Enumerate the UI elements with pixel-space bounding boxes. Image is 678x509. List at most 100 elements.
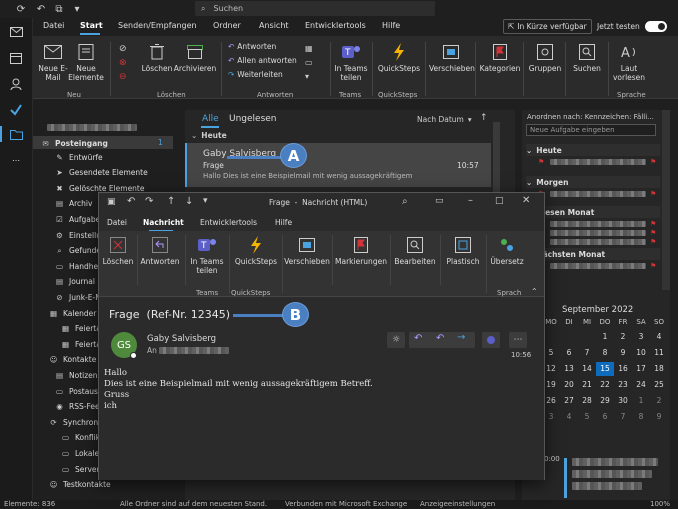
folder-item[interactable]: ▭ Postausg <box>55 385 103 397</box>
calendar-day[interactable]: 9 <box>614 346 632 360</box>
forward-icon[interactable]: → <box>457 332 465 343</box>
reply-all-icon[interactable]: ↶ <box>436 333 444 344</box>
undo-icon[interactable]: ↶ <box>34 2 48 16</box>
calendar-day[interactable]: 4 <box>560 410 578 424</box>
win-tab-hilfe[interactable]: Hilfe <box>275 218 292 227</box>
quick-access-icon[interactable]: ▾ <box>70 2 84 16</box>
previous-item-icon[interactable]: ↑ <box>167 196 175 207</box>
people-icon[interactable] <box>8 76 24 92</box>
tab-hilfe[interactable]: Hilfe <box>382 21 400 30</box>
win-edit-button[interactable]: Bearbeiten <box>392 235 438 266</box>
win-translate-button[interactable]: Übersetz <box>488 235 526 266</box>
calendar-day[interactable]: 17 <box>632 362 650 376</box>
groups-button[interactable]: Gruppen <box>527 42 563 73</box>
calendar-day[interactable]: 18 <box>650 362 668 376</box>
display-settings[interactable]: Anzeigeeinstellungen <box>420 500 495 508</box>
calendar-day[interactable]: 24 <box>632 378 650 392</box>
sort-direction-icon[interactable]: ↑ <box>480 113 488 123</box>
meeting-icon[interactable]: ▦ <box>305 44 313 53</box>
tab-senden-empfangen[interactable]: Senden/Empfangen <box>118 21 197 30</box>
sun-icon[interactable]: ☼ <box>387 332 405 348</box>
calendar-day[interactable]: 16 <box>614 362 632 376</box>
calendar-day[interactable]: 7 <box>578 346 596 360</box>
win-share-teams-button[interactable]: T In Teams teilen <box>187 235 227 275</box>
tab-ansicht[interactable]: Ansicht <box>259 21 289 30</box>
calendar-day[interactable]: 5 <box>578 410 596 424</box>
tab-datei[interactable]: Datei <box>43 21 64 30</box>
folder-item[interactable]: ▦ Kalender <box>49 307 96 319</box>
close-icon[interactable]: ✕ <box>522 195 530 206</box>
reply-icon[interactable]: ↶ <box>414 333 422 344</box>
task-group-header[interactable]: ⌄Diesen Monat <box>526 206 660 218</box>
search-box[interactable]: ⌕ Suchen <box>195 1 435 16</box>
undo-icon[interactable]: ↶ <box>127 196 135 207</box>
folder-item[interactable]: ⟳ Synchron <box>49 416 98 428</box>
calendar-day[interactable]: 7 <box>614 410 632 424</box>
im-icon[interactable]: ▭ <box>305 58 313 67</box>
win-tags-button[interactable]: Markierungen <box>334 235 388 266</box>
calendar-day[interactable]: 11 <box>650 346 668 360</box>
calendar-day[interactable]: 14 <box>578 362 596 376</box>
task-flag-icon[interactable]: ⚑ <box>650 158 656 166</box>
quicksteps-button[interactable]: QuickSteps <box>375 42 423 73</box>
folder-item[interactable]: ⊘ Junk-E-M <box>55 291 101 303</box>
calendar-day[interactable]: 2 <box>614 330 632 344</box>
more-respond-icon[interactable]: ▾ <box>305 72 309 81</box>
teams-chat-button[interactable] <box>482 332 500 348</box>
calendar-day[interactable]: 10 <box>632 346 650 360</box>
folder-icon[interactable] <box>8 126 24 142</box>
calendar-day[interactable]: 25 <box>650 378 668 392</box>
junk-icon[interactable]: ⊖ <box>119 70 133 84</box>
folder-item[interactable]: ✎ Entwürfe <box>55 151 102 163</box>
tab-entwicklertools[interactable]: Entwicklertools <box>305 21 366 30</box>
coming-soon-button[interactable]: ⇱ In Kürze verfügbar <box>503 19 592 34</box>
cleanup-icon[interactable]: ⊗ <box>119 56 133 70</box>
task-flag-icon[interactable]: ⚑ <box>650 220 656 228</box>
todo-scrollbar[interactable] <box>662 110 670 290</box>
task-flag-icon[interactable]: ⚑ <box>650 229 656 237</box>
forward-button[interactable]: ↷ Weiterleiten <box>228 70 283 79</box>
calendar-day[interactable]: 23 <box>614 378 632 392</box>
calendar-day[interactable]: 3 <box>632 330 650 344</box>
ribbon-options-icon[interactable]: ▭ <box>435 196 444 206</box>
calendar-day[interactable]: 22 <box>596 378 614 392</box>
task-group-header[interactable]: ⌄ Morgen <box>526 176 660 188</box>
calendar-day[interactable]: 6 <box>596 410 614 424</box>
move-button[interactable]: Verschieben <box>429 42 475 73</box>
win-respond-button[interactable]: Antworten <box>139 235 181 266</box>
new-task-input[interactable]: Neue Aufgabe eingeben <box>526 124 656 136</box>
folder-item[interactable]: ▤ Journal <box>55 276 95 288</box>
filter-all[interactable]: Alle <box>202 114 219 124</box>
win-move-button[interactable]: Verschieben <box>284 235 330 266</box>
message-item[interactable]: Gaby Salvisberg Frage Hallo Dies ist ein… <box>185 143 491 187</box>
customize-icon[interactable]: ▾ <box>203 196 208 206</box>
categories-button[interactable]: Kategorien <box>479 42 521 73</box>
tab-start[interactable]: Start <box>80 21 103 30</box>
calendar-day[interactable]: 21 <box>578 378 596 392</box>
redo-icon[interactable]: ↷ <box>145 196 153 207</box>
calendar-day[interactable]: 1 <box>632 394 650 408</box>
filter-unread[interactable]: Ungelesen <box>229 114 277 124</box>
calendar-day[interactable]: 6 <box>560 346 578 360</box>
win-tab-datei[interactable]: Datei <box>107 218 127 227</box>
calendar-day[interactable]: 9 <box>650 410 668 424</box>
calendar-day[interactable]: 30 <box>614 394 632 408</box>
calendar-day[interactable]: 1 <box>596 330 614 344</box>
calendar-day-today[interactable]: 15 <box>596 362 614 376</box>
read-aloud-button[interactable]: A Laut vorlesen <box>611 42 647 82</box>
message-sender[interactable]: Gaby Salvisberg <box>147 334 216 344</box>
calendar-day[interactable]: 20 <box>560 378 578 392</box>
tasks-icon[interactable] <box>8 102 24 118</box>
folder-item[interactable]: ▤ Notizen <box>55 369 98 381</box>
new-mail-button[interactable]: Neue E-Mail <box>38 42 68 82</box>
calendar-day[interactable]: 13 <box>560 362 578 376</box>
task-flag-icon[interactable]: ⚑ <box>650 262 656 270</box>
minimize-icon[interactable]: – <box>468 195 473 206</box>
calendar-day[interactable]: 2 <box>650 394 668 408</box>
save-icon[interactable]: ▣ <box>107 197 116 207</box>
maximize-icon[interactable]: □ <box>495 196 504 206</box>
sort-dropdown[interactable]: Nach Datum ▾ <box>417 115 472 124</box>
archive-button[interactable]: Archivieren <box>173 42 217 73</box>
new-items-button[interactable]: Neue Elemente <box>68 42 104 82</box>
next-item-icon[interactable]: ↓ <box>185 196 193 207</box>
